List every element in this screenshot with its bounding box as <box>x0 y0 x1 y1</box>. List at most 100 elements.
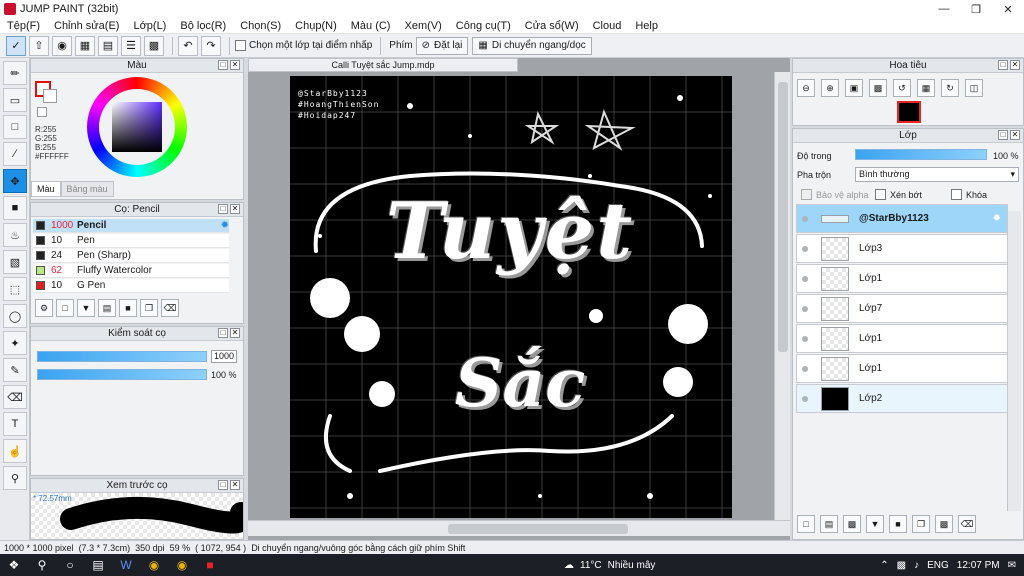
tab-palette[interactable]: Bảng màu <box>60 181 114 197</box>
eye-icon[interactable] <box>797 245 813 252</box>
panel-close-icon[interactable]: ✕ <box>230 480 240 490</box>
panel-float-icon[interactable]: □ <box>218 60 228 70</box>
background-color-swatch[interactable] <box>43 89 57 103</box>
panel-close-icon[interactable]: ✕ <box>230 204 240 214</box>
magic-wand-icon[interactable]: ✦ <box>3 331 27 355</box>
text-tool-icon[interactable]: T <box>3 412 27 436</box>
layers-scrollbar[interactable] <box>1007 211 1021 511</box>
gear-icon[interactable]: ✹ <box>993 213 1001 224</box>
layer-row[interactable]: Lớp1 <box>796 324 1008 353</box>
reset-button[interactable]: ⊘ Đặt lại <box>415 36 469 55</box>
menu-tools[interactable]: Công cụ(T) <box>449 20 518 32</box>
gear-icon[interactable]: ✹ <box>221 220 229 231</box>
eye-icon[interactable] <box>797 365 813 372</box>
cortana-icon[interactable]: ○ <box>56 554 84 576</box>
select-pen-icon[interactable]: ✎ <box>3 358 27 382</box>
artwork-canvas[interactable]: @StarBby1123 #HoangThienSon #Hoidap247 T… <box>290 76 732 518</box>
export-icon[interactable]: ⇧ <box>29 35 49 56</box>
new-layer-copy-icon[interactable]: ▤ <box>820 515 838 533</box>
comment-icon[interactable]: ▦ <box>75 35 95 56</box>
zoom-in-icon[interactable]: ⊕ <box>821 79 839 97</box>
menu-window[interactable]: Cửa sổ(W) <box>518 20 586 32</box>
scrollbar-thumb[interactable] <box>778 82 788 352</box>
eye-icon[interactable] <box>797 305 813 312</box>
layer-row[interactable]: Lớp1 <box>796 354 1008 383</box>
chrome-app-icon-2[interactable]: ◉ <box>168 554 196 576</box>
rotate-left-icon[interactable]: ↺ <box>893 79 911 97</box>
redo-icon[interactable]: ↷ <box>201 35 221 56</box>
hand-tool-icon[interactable]: ☝ <box>3 439 27 463</box>
word-app-icon[interactable]: W <box>112 554 140 576</box>
tab-color[interactable]: Màu <box>31 181 61 197</box>
select-rect-icon[interactable]: ⬚ <box>3 277 27 301</box>
notification-icon[interactable]: ✉ <box>1008 560 1016 571</box>
eraser-tool-icon[interactable]: ▭ <box>3 88 27 112</box>
transparent-color-swatch[interactable] <box>37 107 47 117</box>
flip-icon[interactable]: ◫ <box>965 79 983 97</box>
brush-size-slider[interactable] <box>37 351 207 362</box>
scrollbar-thumb[interactable] <box>448 524 628 534</box>
move-button[interactable]: ▦ Di chuyển ngang/dọc <box>472 36 592 55</box>
menu-file[interactable]: Tệp(F) <box>0 20 47 32</box>
saturation-value-square[interactable] <box>112 102 162 152</box>
close-button[interactable]: ✕ <box>992 0 1024 18</box>
restore-button[interactable]: ❐ <box>960 0 992 18</box>
panel-close-icon[interactable]: ✕ <box>1010 130 1020 140</box>
menu-layer[interactable]: Lớp(L) <box>126 20 173 32</box>
menu-cloud[interactable]: Cloud <box>586 20 629 32</box>
brush-settings-icon[interactable]: ⚙ <box>35 299 53 317</box>
panel-float-icon[interactable]: □ <box>218 328 228 338</box>
menu-help[interactable]: Help <box>628 20 665 32</box>
layer-opacity-slider[interactable] <box>855 149 987 160</box>
volume-icon[interactable]: ♪ <box>914 560 919 571</box>
panel-float-icon[interactable]: □ <box>218 480 228 490</box>
lock-option[interactable]: Khóa <box>951 189 987 200</box>
brush-item[interactable]: 1000 Pencil ✹ <box>33 219 229 233</box>
layer-row[interactable]: Lớp7 <box>796 294 1008 323</box>
fit-icon[interactable]: ▣ <box>845 79 863 97</box>
minimize-button[interactable]: — <box>928 0 960 18</box>
panel-close-icon[interactable]: ✕ <box>230 60 240 70</box>
gradient-tool-icon[interactable]: ▧ <box>3 250 27 274</box>
select-eraser-icon[interactable]: ⌫ <box>3 385 27 409</box>
rectangle-tool-icon[interactable]: □ <box>3 115 27 139</box>
document-icon[interactable]: ▤ <box>98 35 118 56</box>
layer-row[interactable]: @StarBby1123 ✹ <box>796 204 1008 233</box>
menu-filter[interactable]: Bộ lọc(R) <box>173 20 233 32</box>
menu-color[interactable]: Màu (C) <box>344 20 398 32</box>
new-layer-icon[interactable]: □ <box>797 515 815 533</box>
undo-icon[interactable]: ↶ <box>178 35 198 56</box>
merge-layer-icon[interactable]: ▩ <box>935 515 953 533</box>
check-icon[interactable]: ✓ <box>6 35 26 56</box>
menu-capture[interactable]: Chụp(N) <box>288 20 344 32</box>
rotate-right-icon[interactable]: ↻ <box>941 79 959 97</box>
line-tool-icon[interactable]: ∕ <box>3 142 27 166</box>
bucket-tool-icon[interactable]: ♨ <box>3 223 27 247</box>
chrome-app-icon[interactable]: ◉ <box>140 554 168 576</box>
actual-size-icon[interactable]: ▩ <box>869 79 887 97</box>
eye-icon[interactable] <box>797 335 813 342</box>
clock[interactable]: 12:07 PM <box>957 560 1000 571</box>
reset-view-icon[interactable]: ▦ <box>917 79 935 97</box>
brush-opacity-slider[interactable] <box>37 369 207 380</box>
chevron-up-icon[interactable]: ⌃ <box>880 560 888 571</box>
grid-check-icon[interactable]: ▩ <box>144 35 164 56</box>
eye-icon[interactable] <box>797 275 813 282</box>
navigator-thumbnail[interactable] <box>897 101 921 123</box>
search-icon[interactable]: ⚲ <box>28 554 56 576</box>
select-layer-checkbox[interactable] <box>235 40 246 51</box>
brush-menu-icon[interactable]: ▼ <box>77 299 95 317</box>
language-indicator[interactable]: ENG <box>927 560 949 571</box>
add-layer-menu-icon[interactable]: ▼ <box>866 515 884 533</box>
speech-bubble-icon[interactable]: ◉ <box>52 35 72 56</box>
layer-row[interactable]: Lớp2 <box>796 384 1008 413</box>
brush-copy-icon[interactable]: ▤ <box>98 299 116 317</box>
brush-size-input[interactable]: 1000 <box>211 350 237 363</box>
panel-float-icon[interactable]: □ <box>218 204 228 214</box>
protect-alpha-option[interactable]: Bảo vệ alpha <box>801 189 869 200</box>
move-tool-icon[interactable]: ✥ <box>3 169 27 193</box>
list-icon[interactable]: ☰ <box>121 35 141 56</box>
folder-icon[interactable]: ■ <box>119 299 137 317</box>
task-view-icon[interactable]: ▤ <box>84 554 112 576</box>
blend-mode-select[interactable]: Bình thường ▾ <box>855 167 1019 182</box>
